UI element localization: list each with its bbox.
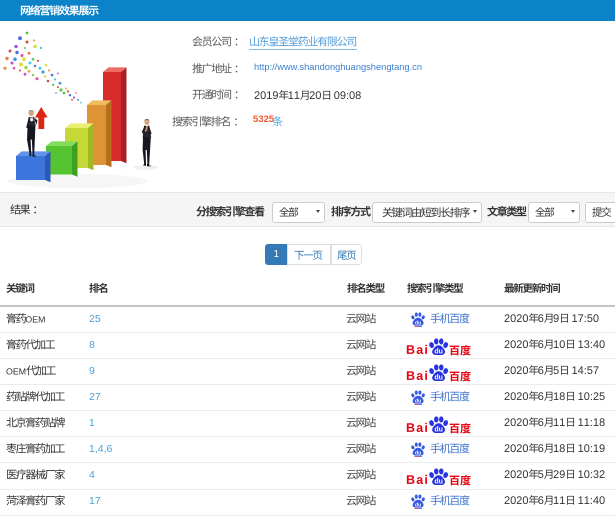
svg-text:du: du	[435, 478, 444, 485]
svg-text:du: du	[435, 348, 444, 355]
svg-text:du: du	[415, 320, 421, 326]
svg-text:du: du	[415, 502, 421, 508]
svg-text:du: du	[435, 426, 444, 433]
svg-text:du: du	[415, 450, 421, 456]
svg-text:du: du	[415, 398, 421, 404]
svg-text:du: du	[435, 374, 444, 381]
